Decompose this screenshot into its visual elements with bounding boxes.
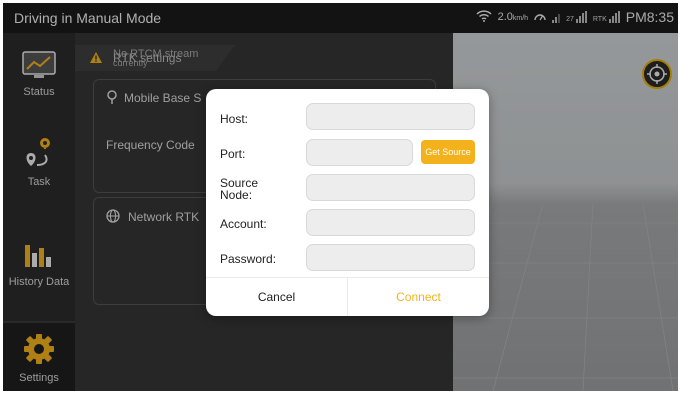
app-screen: Driving in Manual Mode 2.0km/h 27 RTK PM…: [3, 3, 678, 391]
account-label: Account:: [220, 217, 267, 231]
host-input[interactable]: [306, 103, 475, 130]
password-input[interactable]: [306, 244, 475, 271]
get-source-button[interactable]: Get Source: [421, 140, 475, 164]
port-input[interactable]: [306, 139, 413, 166]
source-node-label: Source Node:: [220, 177, 258, 201]
cancel-button[interactable]: Cancel: [206, 279, 347, 315]
password-label: Password:: [220, 252, 277, 266]
source-node-input[interactable]: [306, 174, 475, 201]
source-node-label-line2: Node:: [220, 188, 253, 202]
connect-button[interactable]: Connect: [348, 279, 489, 315]
host-label: Host:: [220, 112, 249, 126]
network-rtk-dialog: Host: Port: Get Source Source Node: Acco…: [206, 89, 489, 316]
account-input[interactable]: [306, 209, 475, 236]
port-label: Port:: [220, 147, 246, 161]
